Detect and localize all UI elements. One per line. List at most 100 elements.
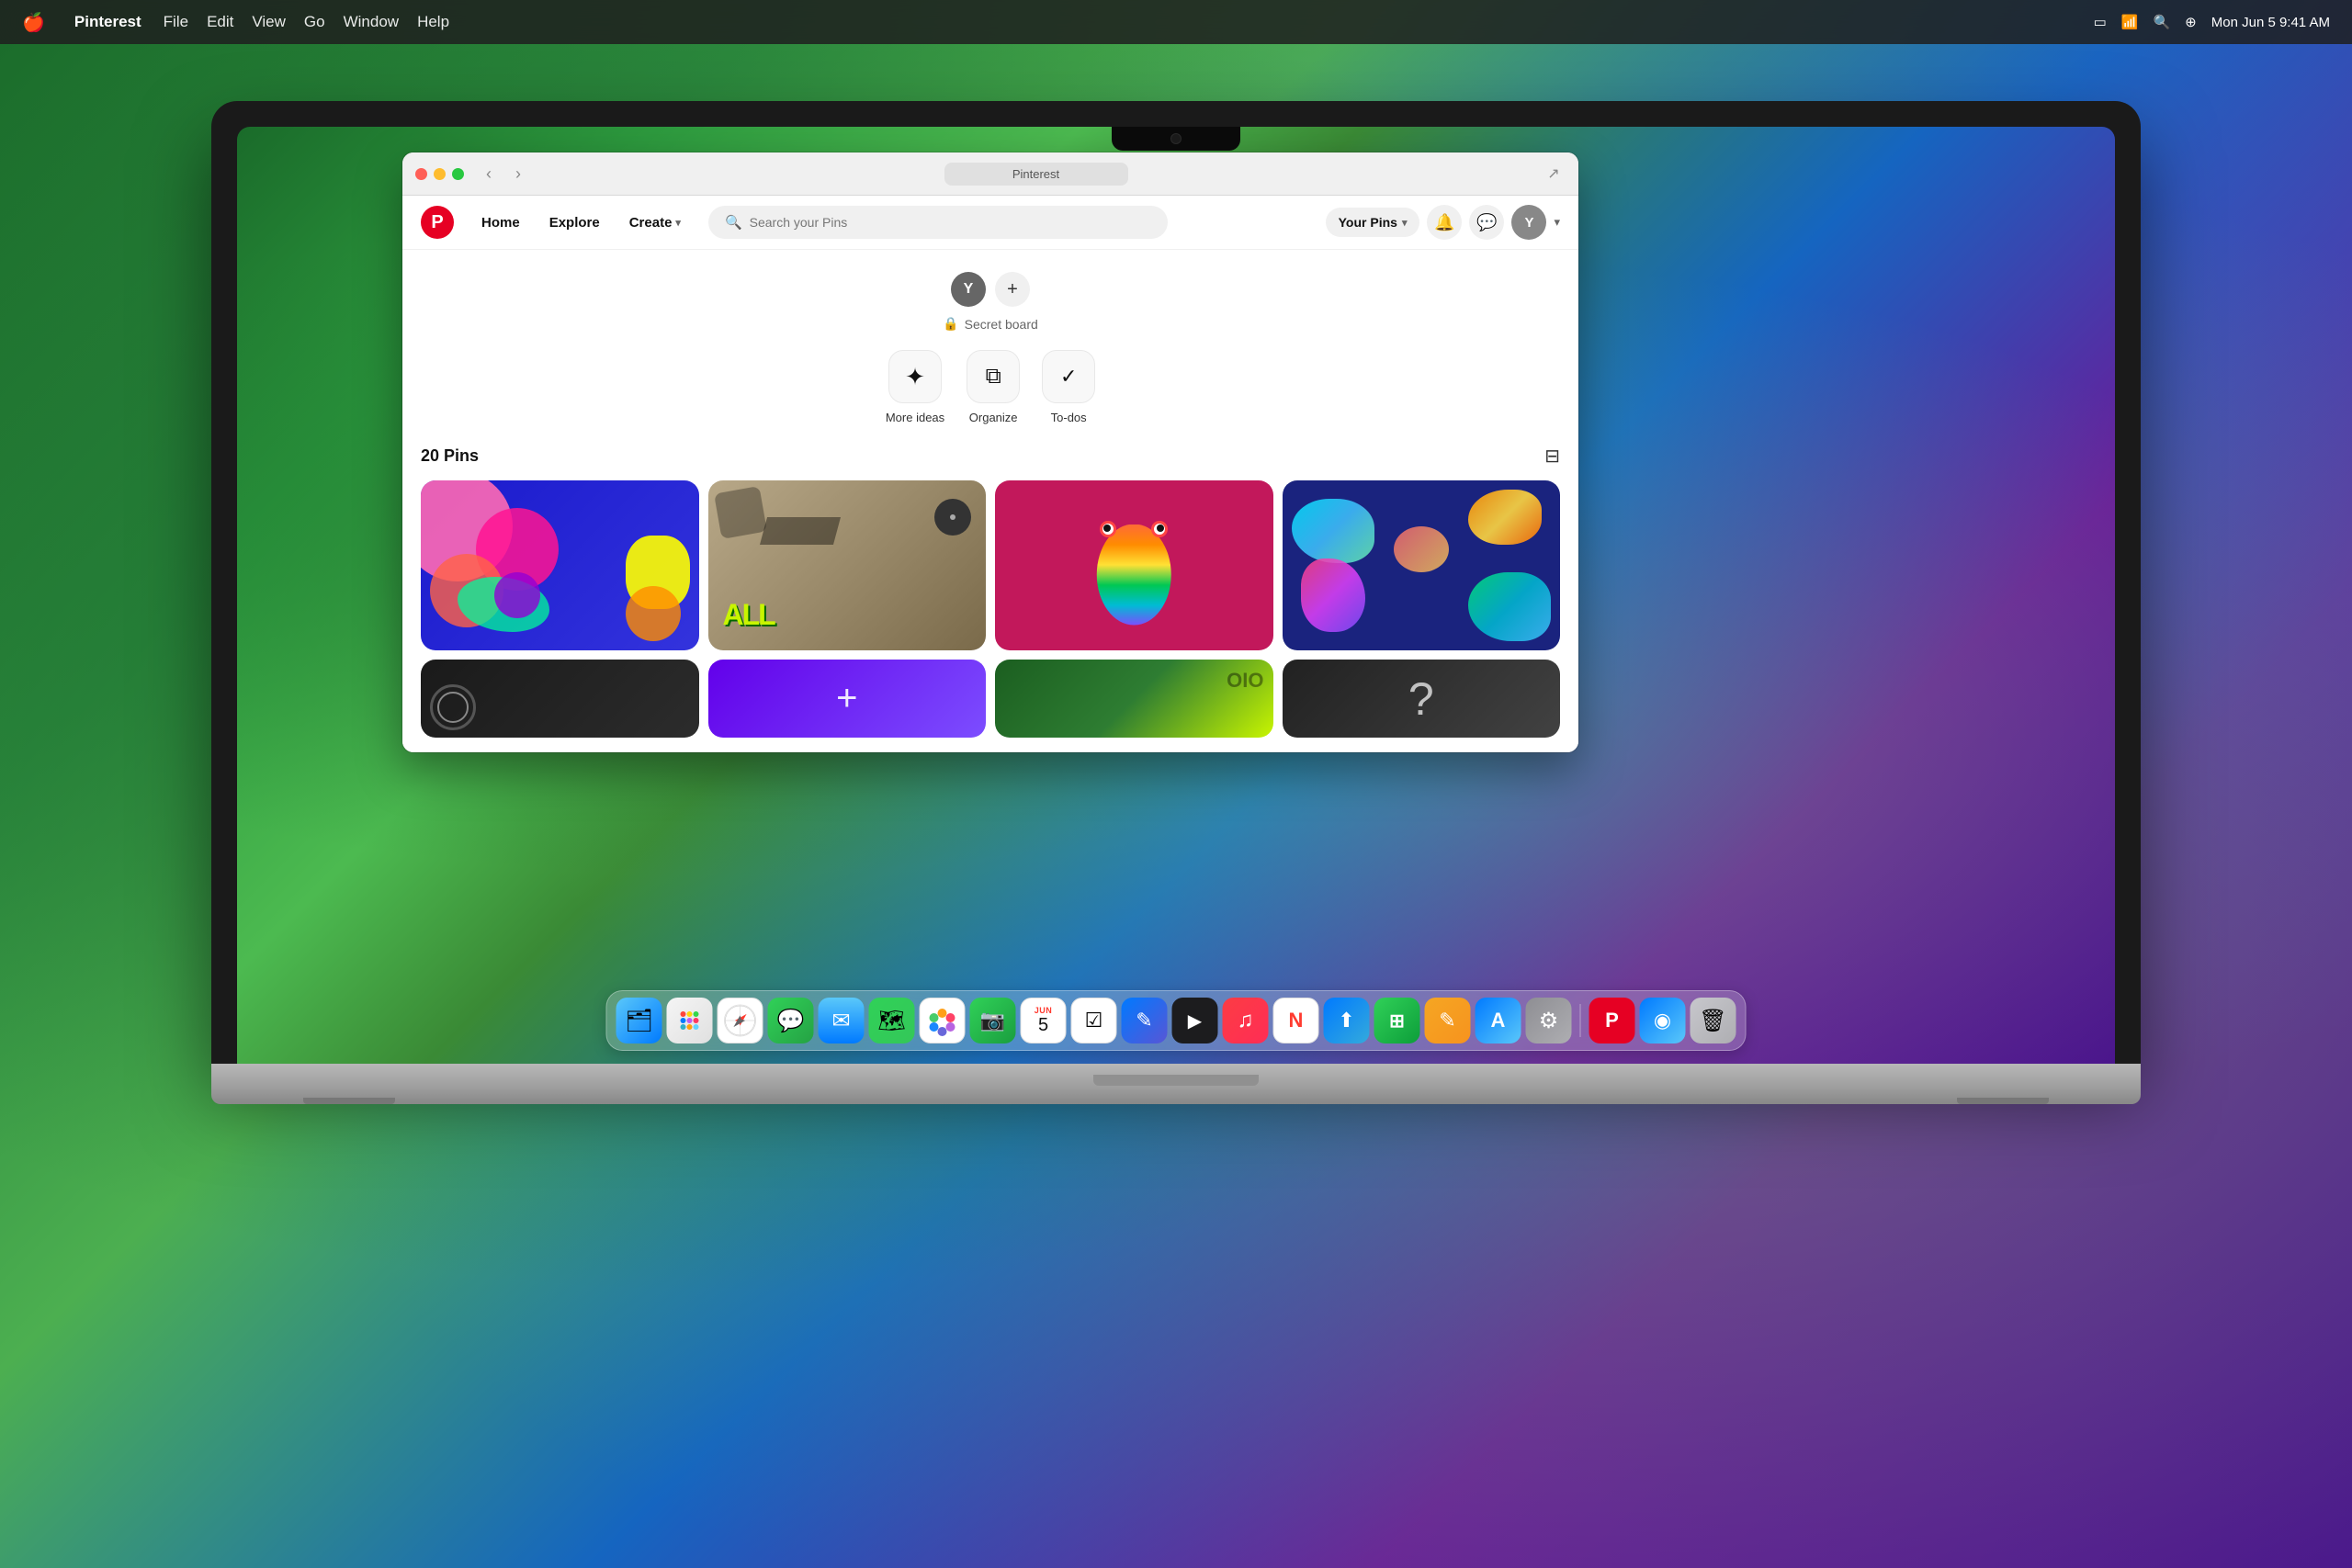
nav-explore[interactable]: Explore — [537, 208, 613, 238]
screen-content: ‹ › Pinterest ↗ — [237, 127, 2115, 1064]
pins-row-2: + OIO ? — [421, 660, 1560, 738]
macbook-base — [211, 1086, 2141, 1104]
more-ideas-label: More ideas — [886, 411, 944, 424]
nav-links: Home Explore Create ▾ — [469, 208, 694, 238]
close-button[interactable] — [415, 168, 427, 180]
pin-card-8[interactable]: ? — [1283, 660, 1561, 738]
nav-home[interactable]: Home — [469, 208, 533, 238]
user-avatar[interactable]: Y — [1511, 205, 1546, 240]
pins-count: 20 Pins — [421, 446, 479, 466]
dock-item-freeform[interactable]: ✎ — [1122, 998, 1168, 1043]
menubar-search-icon[interactable]: 🔍 — [2153, 14, 2170, 30]
your-pins-label: Your Pins — [1339, 215, 1397, 230]
dock-divider — [1580, 1004, 1581, 1037]
dock-item-appstore[interactable]: A — [1476, 998, 1521, 1043]
board-title-row: Y + — [951, 272, 1030, 307]
filter-button[interactable]: ⊟ — [1544, 445, 1560, 468]
pinterest-header: P Home Explore Create ▾ — [402, 196, 1578, 250]
your-pins-chevron: ▾ — [1402, 217, 1408, 229]
dock-item-pinterest[interactable]: P — [1589, 998, 1635, 1043]
messages-button[interactable]: 💬 — [1469, 205, 1504, 240]
menubar-control-icon[interactable]: ⊕ — [2185, 14, 2197, 30]
lock-icon: 🔒 — [943, 316, 958, 332]
pin-card-2[interactable]: ALL — [708, 480, 987, 650]
dock-item-numbers[interactable]: ⊞ — [1374, 998, 1420, 1043]
browser-window: ‹ › Pinterest ↗ — [402, 152, 1578, 752]
safari-icon — [724, 1004, 757, 1037]
menubar-go[interactable]: Go — [304, 13, 325, 31]
search-bar[interactable]: 🔍 Search your Pins — [708, 206, 1168, 239]
pin-card-5[interactable] — [421, 660, 699, 738]
dock-item-launchpad[interactable] — [667, 998, 713, 1043]
back-button[interactable]: ‹ — [477, 162, 501, 186]
minimize-button[interactable] — [434, 168, 446, 180]
camera-lens — [1170, 133, 1182, 144]
user-menu-chevron[interactable]: ▾ — [1554, 215, 1560, 230]
foot-left — [303, 1098, 395, 1104]
menubar-app-name[interactable]: Pinterest — [74, 13, 141, 31]
camera-notch — [1112, 127, 1240, 151]
dock-item-mail[interactable]: ✉ — [819, 998, 865, 1043]
todos-action[interactable]: ✓ To-dos — [1042, 350, 1095, 424]
your-pins-button[interactable]: Your Pins ▾ — [1326, 208, 1420, 237]
todos-label: To-dos — [1051, 411, 1087, 424]
dock-item-music[interactable]: ♫ — [1223, 998, 1269, 1043]
dock-item-facetime[interactable]: 📷 — [970, 998, 1016, 1043]
pin-card-7[interactable]: OIO — [995, 660, 1273, 738]
menubar-left: 🍎 Pinterest File Edit View Go Window Hel… — [22, 11, 449, 34]
browser-titlebar: ‹ › Pinterest ↗ — [402, 152, 1578, 196]
pin-card-4[interactable] — [1283, 480, 1561, 650]
menubar-right: ▭ 📶 🔍 ⊕ Mon Jun 5 9:41 AM — [2094, 14, 2330, 30]
dock-item-finder[interactable]: 🗂 — [616, 998, 662, 1043]
dock-item-calendar[interactable]: JUN 5 — [1021, 998, 1067, 1043]
todos-icon: ✓ — [1042, 350, 1095, 403]
board-header: Y + 🔒 Secret board — [402, 250, 1578, 445]
pinterest-app: P Home Explore Create ▾ — [402, 196, 1578, 752]
menubar-file[interactable]: File — [164, 13, 188, 31]
dock-item-messages[interactable]: 💬 — [768, 998, 814, 1043]
dock-item-maps[interactable]: 🗺 — [869, 998, 915, 1043]
more-ideas-action[interactable]: ✦ More ideas — [886, 350, 944, 424]
dock-item-trash[interactable]: 🗑 — [1690, 998, 1736, 1043]
dock-item-news[interactable]: N — [1273, 998, 1319, 1043]
dock-item-appletv[interactable]: ▶ — [1172, 998, 1218, 1043]
nav-create[interactable]: Create ▾ — [616, 208, 694, 238]
forward-button[interactable]: › — [506, 162, 530, 186]
secret-badge: 🔒 Secret board — [943, 316, 1038, 332]
dock-item-unknown[interactable]: ◉ — [1640, 998, 1686, 1043]
notifications-button[interactable]: 🔔 — [1427, 205, 1462, 240]
browser-share-button[interactable]: ↗ — [1542, 162, 1566, 186]
menubar-wifi-icon: 📶 — [2121, 14, 2139, 30]
dock: 🗂 — [606, 990, 1747, 1051]
dock-item-system-prefs[interactable]: ⚙ — [1526, 998, 1572, 1043]
apple-menu[interactable]: 🍎 — [22, 11, 45, 34]
menubar-help[interactable]: Help — [417, 13, 449, 31]
menubar-edit[interactable]: Edit — [207, 13, 233, 31]
macbook-hinge — [211, 1064, 2141, 1086]
header-right: Your Pins ▾ 🔔 💬 Y ▾ — [1326, 205, 1560, 240]
traffic-lights — [415, 168, 464, 180]
launchpad-icon — [677, 1008, 703, 1033]
organize-icon: ⧉ — [967, 350, 1020, 403]
pin-card-1[interactable] — [421, 480, 699, 650]
dock-item-pages[interactable]: ✎ — [1425, 998, 1471, 1043]
dock-item-transloader[interactable]: ⬆ — [1324, 998, 1370, 1043]
macbook-screen-bezel: ‹ › Pinterest ↗ — [211, 101, 2141, 1064]
dock-item-reminders[interactable]: ☑ — [1071, 998, 1117, 1043]
url-bar[interactable]: Pinterest — [944, 163, 1128, 186]
nav-create-label: Create — [629, 215, 673, 231]
dock-item-photos[interactable] — [920, 998, 966, 1043]
search-placeholder: Search your Pins — [750, 215, 848, 230]
pinterest-logo[interactable]: P — [421, 206, 454, 239]
maximize-button[interactable] — [452, 168, 464, 180]
browser-tab-area: Pinterest — [543, 163, 1529, 186]
pins-section: 20 Pins ⊟ — [402, 445, 1578, 752]
menubar-view[interactable]: View — [252, 13, 286, 31]
board-add-button[interactable]: + — [995, 272, 1030, 307]
organize-action[interactable]: ⧉ Organize — [967, 350, 1020, 424]
pin-card-6[interactable]: + — [708, 660, 987, 738]
menubar-window[interactable]: Window — [344, 13, 399, 31]
dock-item-safari[interactable] — [718, 998, 763, 1043]
pin-card-3[interactable] — [995, 480, 1273, 650]
create-chevron: ▾ — [675, 217, 681, 229]
